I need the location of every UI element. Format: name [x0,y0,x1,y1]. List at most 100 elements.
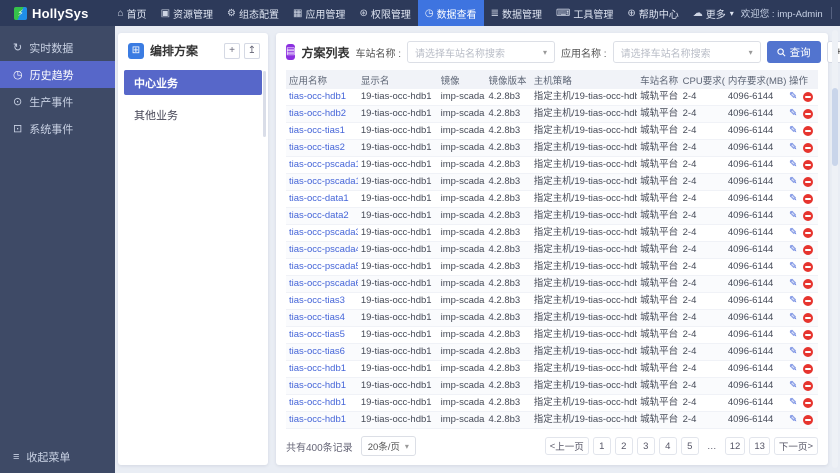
topnav-item[interactable]: ⊕ 帮助中心 [620,0,685,26]
app-name-link[interactable]: tias-occ-hdb1 [289,363,346,374]
disable-icon[interactable] [803,381,814,391]
edit-icon[interactable]: ✎ [789,242,797,258]
app-name-link[interactable]: tias-occ-pscada6 [289,278,358,289]
page-size-select[interactable]: 20条/页 ▾ [360,436,416,456]
app-name-link[interactable]: tias-occ-tias4 [289,312,345,323]
disable-icon[interactable] [803,330,814,340]
topnav-item[interactable]: ⚙ 组态配置 [220,0,286,26]
window-scrollbar-thumb[interactable] [832,88,838,166]
app-name-link[interactable]: tias-occ-tias3 [289,295,345,306]
topnav-item[interactable]: ▦ 应用管理 [286,0,352,26]
page-button[interactable]: 13 [749,437,770,455]
app-name-link[interactable]: tias-occ-data2 [289,210,349,221]
edit-icon[interactable]: ✎ [789,395,797,411]
edit-icon[interactable]: ✎ [789,361,797,377]
app-name-link[interactable]: tias-occ-tias5 [289,329,345,340]
edit-icon[interactable]: ✎ [789,191,797,207]
edit-icon[interactable]: ✎ [789,225,797,241]
disable-icon[interactable] [803,126,814,136]
topnav-item-label: 权限管理 [370,9,411,21]
topnav-item[interactable]: ⌨ 工具管理 [549,0,620,26]
app-name-link[interactable]: tias-occ-data1 [289,193,349,204]
query-button[interactable]: 查询 [766,41,821,63]
disable-icon[interactable] [803,262,814,272]
topnav-item[interactable]: ⊛ 权限管理 [352,0,417,26]
disable-icon[interactable] [803,228,814,238]
page-button[interactable]: 3 [636,437,655,455]
display-name-cell: 19-tias-occ-hdb1 [357,105,438,123]
sidebar-item[interactable]: ⊡ 系统事件 [0,115,115,142]
permission-icon: ⊛ [359,7,368,19]
app-name-link[interactable]: tias-occ-hdb1 [289,414,346,425]
app-name-link[interactable]: tias-occ-pscada5 [289,261,358,272]
sidebar-item[interactable]: ↻ 实时数据 [0,34,115,61]
page-button[interactable]: 1 [592,437,611,455]
edit-icon[interactable]: ✎ [789,106,797,122]
edit-icon[interactable]: ✎ [789,412,797,428]
edit-icon[interactable]: ✎ [789,89,797,105]
edit-icon[interactable]: ✎ [789,123,797,139]
disable-icon[interactable] [803,245,814,255]
panel-scrollbar-thumb[interactable] [263,71,266,137]
prev-page-button[interactable]: < 上一页 [544,437,589,455]
app-name-link[interactable]: tias-occ-hdb1 [289,91,346,102]
sidebar-item-label: 生产事件 [29,96,74,109]
topnav-item[interactable]: ≣ 数据管理 [484,0,549,26]
plan-item[interactable]: 其他业务 [124,102,262,127]
edit-icon[interactable]: ✎ [789,276,797,292]
edit-icon[interactable]: ✎ [789,259,797,275]
app-name-link[interactable]: tias-occ-hdb1 [289,397,346,408]
edit-icon[interactable]: ✎ [789,157,797,173]
disable-icon[interactable] [803,143,814,153]
topnav-item[interactable]: ⌂ 首页 [111,0,154,26]
app-select[interactable]: 请选择车站名称搜索 ▾ [612,41,761,63]
sidebar-item[interactable]: ⊙ 生产事件 [0,88,115,115]
collapse-menu-button[interactable]: ≡ 收起菜单 [0,441,115,473]
disable-icon[interactable] [803,364,814,374]
disable-icon[interactable] [803,415,814,425]
page-button[interactable]: 5 [680,437,699,455]
app-name-link[interactable]: tias-occ-hdb2 [289,108,346,119]
app-name-link[interactable]: tias-occ-pscada1 [289,159,358,170]
app-name-link[interactable]: tias-occ-tias1 [289,125,345,136]
disable-icon[interactable] [803,313,814,323]
memory-cell: 4096-6144 [724,139,787,157]
sidebar-item[interactable]: ◷ 历史趋势 [0,61,115,88]
app-name-link[interactable]: tias-occ-pscada4 [289,244,358,255]
page-button[interactable]: 12 [724,437,746,455]
disable-icon[interactable] [803,92,814,102]
plan-item[interactable]: 中心业务 [124,70,262,95]
cpu-cell: 2-4 [679,122,725,140]
app-name-link[interactable]: tias-occ-pscada3 [289,227,358,238]
edit-icon[interactable]: ✎ [789,208,797,224]
edit-icon[interactable]: ✎ [789,293,797,309]
next-page-button[interactable]: 下一页 > [773,437,818,455]
page-button[interactable]: 2 [614,437,633,455]
edit-icon[interactable]: ✎ [789,174,797,190]
disable-icon[interactable] [803,279,814,289]
app-name-link[interactable]: tias-occ-hdb1 [289,380,346,391]
app-name-link[interactable]: tias-occ-tias2 [289,142,345,153]
edit-icon[interactable]: ✎ [789,378,797,394]
topnav-item[interactable]: ☁ 更多 ▾ [686,0,741,26]
disable-icon[interactable] [803,398,814,408]
edit-icon[interactable]: ✎ [789,344,797,360]
disable-icon[interactable] [803,296,814,306]
topnav-item[interactable]: ◷ 数据查看 [417,0,484,26]
disable-icon[interactable] [803,160,814,170]
page-button[interactable]: 4 [658,437,677,455]
edit-icon[interactable]: ✎ [789,327,797,343]
topnav-item[interactable]: ▣ 资源管理 [154,0,220,26]
disable-icon[interactable] [803,347,814,357]
disable-icon[interactable] [803,194,814,204]
app-name-link[interactable]: tias-occ-pscada1 [289,176,358,187]
edit-icon[interactable]: ✎ [789,310,797,326]
edit-icon[interactable]: ✎ [789,140,797,156]
import-plan-button[interactable]: ↥ [244,42,260,59]
disable-icon[interactable] [803,109,814,119]
station-select[interactable]: 请选择车站名称搜索 ▾ [407,41,556,63]
app-name-link[interactable]: tias-occ-tias6 [289,346,345,357]
add-plan-button[interactable]: + [224,42,240,59]
disable-icon[interactable] [803,211,814,221]
disable-icon[interactable] [803,177,814,187]
